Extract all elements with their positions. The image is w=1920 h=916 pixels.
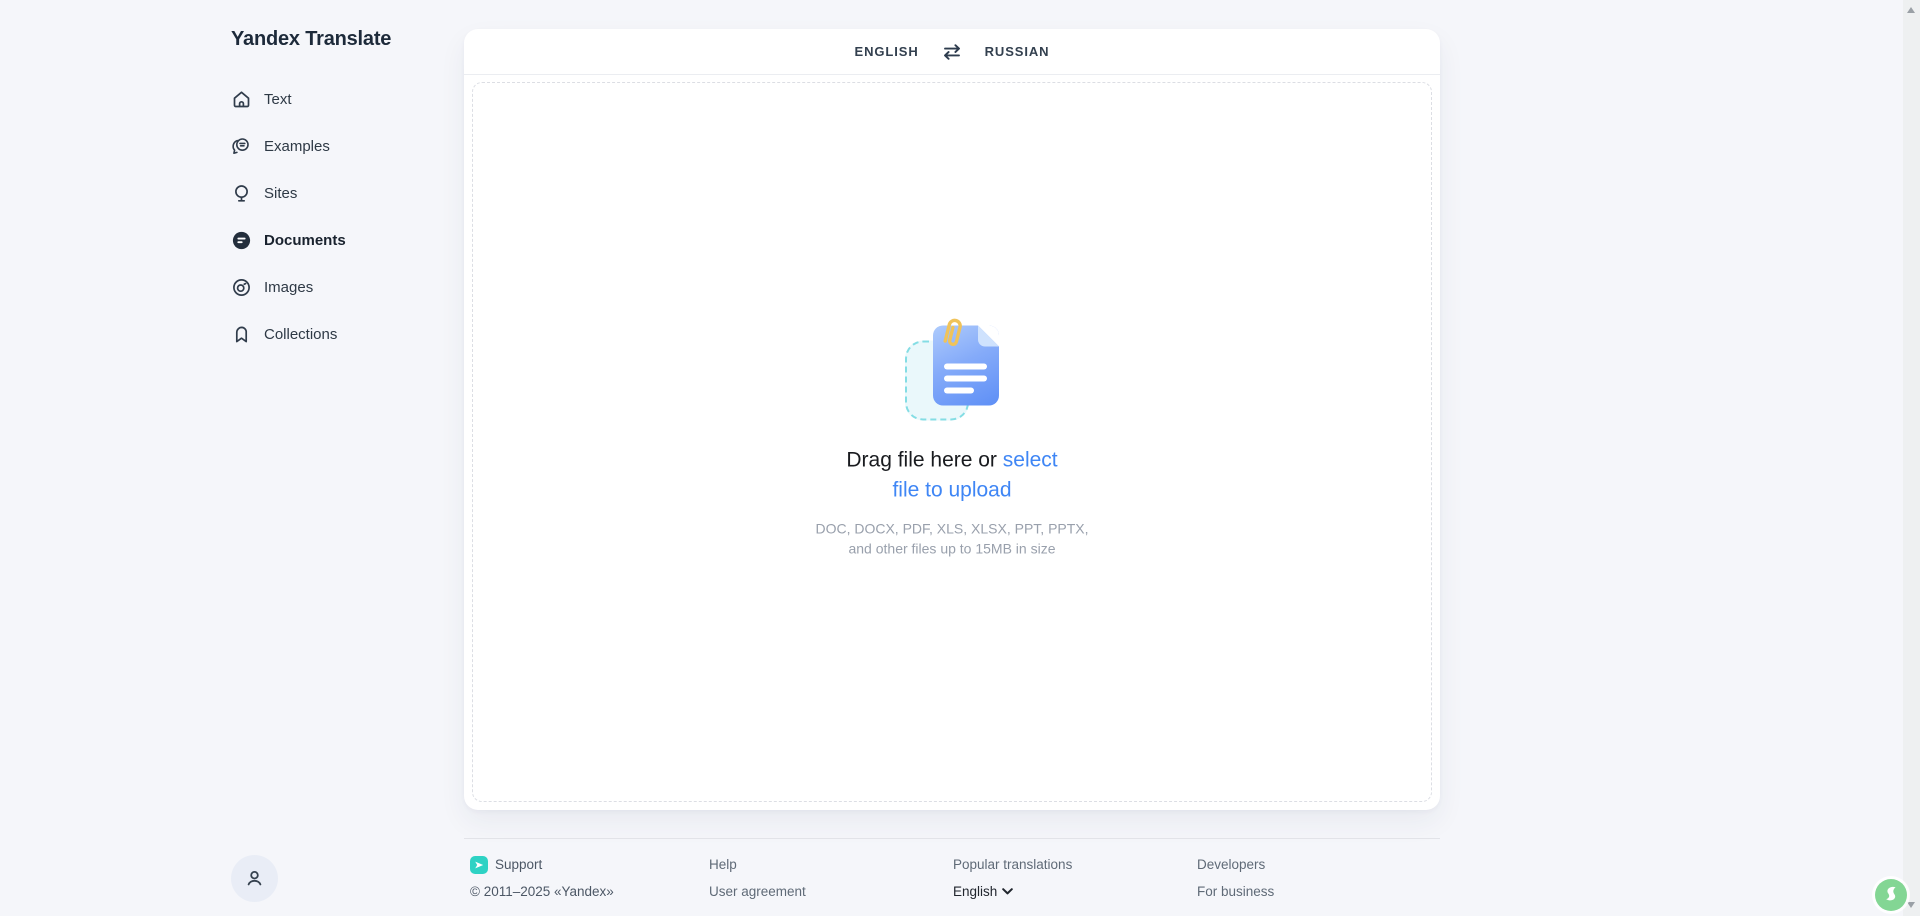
sidebar-item-label: Images [264, 279, 313, 296]
document-chip-icon [231, 230, 251, 250]
sidebar-item-collections[interactable]: Collections [231, 323, 346, 345]
paperclip-icon [939, 317, 965, 353]
footer-col-help: Help User agreement [709, 856, 806, 900]
hint-formats: DOC, DOCX, PDF, XLS, XLSX, PPT, PPTX, [815, 519, 1088, 539]
sidebar-item-documents[interactable]: Documents [231, 229, 346, 251]
vertical-scrollbar[interactable] [1903, 0, 1920, 916]
home-icon [231, 89, 251, 109]
lens-icon [231, 277, 251, 297]
sidebar-item-label: Text [264, 91, 292, 108]
person-icon [243, 867, 266, 890]
help-link[interactable]: Help [709, 857, 737, 872]
sidebar-item-label: Examples [264, 138, 330, 155]
file-dropzone[interactable]: Drag file here or select file to upload … [472, 82, 1432, 802]
site-balloon-icon [231, 183, 251, 203]
footer-col-developers: Developers For business [1197, 856, 1274, 900]
for-business-link[interactable]: For business [1197, 884, 1274, 899]
footer-col-support: Support © 2011–2025 «Yandex» [470, 856, 614, 900]
ui-language-value: English [953, 884, 997, 899]
sidebar-nav: Text Examples Sites Doc [231, 88, 346, 345]
popular-translations-link[interactable]: Popular translations [953, 857, 1072, 872]
drag-text: Drag file here or [846, 449, 1002, 472]
language-bar: ENGLISH RUSSIAN [464, 29, 1440, 75]
dropzone-content: Drag file here or select file to upload … [473, 326, 1431, 559]
user-avatar-button[interactable] [231, 855, 278, 902]
footer-divider [464, 838, 1440, 839]
sidebar-item-label: Collections [264, 326, 337, 343]
ui-language-selector[interactable]: English [953, 884, 1013, 899]
target-language-button[interactable]: RUSSIAN [985, 44, 1050, 59]
source-language-button[interactable]: ENGLISH [855, 44, 919, 59]
sidebar-item-examples[interactable]: Examples [231, 135, 346, 157]
document-upload-icon [905, 326, 999, 422]
sidebar-item-images[interactable]: Images [231, 276, 346, 298]
app-logo[interactable]: Yandex Translate [231, 28, 391, 51]
sidebar-item-label: Documents [264, 232, 346, 249]
swap-languages-button[interactable] [941, 44, 963, 60]
support-link[interactable]: Support [495, 857, 542, 872]
chevron-down-icon [1002, 888, 1013, 895]
hint-size: and other files up to 15MB in size [815, 539, 1088, 559]
bookmark-icon [231, 324, 251, 344]
chat-bubbles-icon [231, 136, 251, 156]
scroll-up-arrow-icon[interactable] [1907, 7, 1915, 13]
dropzone-title: Drag file here or select file to upload [832, 446, 1072, 506]
scroll-down-arrow-icon[interactable] [1907, 902, 1915, 908]
assistant-swirl-icon [1880, 884, 1902, 906]
sidebar-item-label: Sites [264, 185, 297, 202]
dropzone-hint: DOC, DOCX, PDF, XLS, XLSX, PPT, PPTX, an… [815, 519, 1088, 559]
swap-arrows-icon [941, 44, 963, 60]
copyright-text: © 2011–2025 «Yandex» [470, 884, 614, 899]
sidebar-item-sites[interactable]: Sites [231, 182, 346, 204]
sidebar-item-text[interactable]: Text [231, 88, 346, 110]
user-agreement-link[interactable]: User agreement [709, 884, 806, 899]
assistant-widget-button[interactable] [1875, 879, 1907, 911]
footer-col-translations: Popular translations English [953, 856, 1072, 900]
document-translate-panel: ENGLISH RUSSIAN [464, 29, 1440, 810]
developers-link[interactable]: Developers [1197, 857, 1265, 872]
messenger-icon [470, 856, 488, 874]
